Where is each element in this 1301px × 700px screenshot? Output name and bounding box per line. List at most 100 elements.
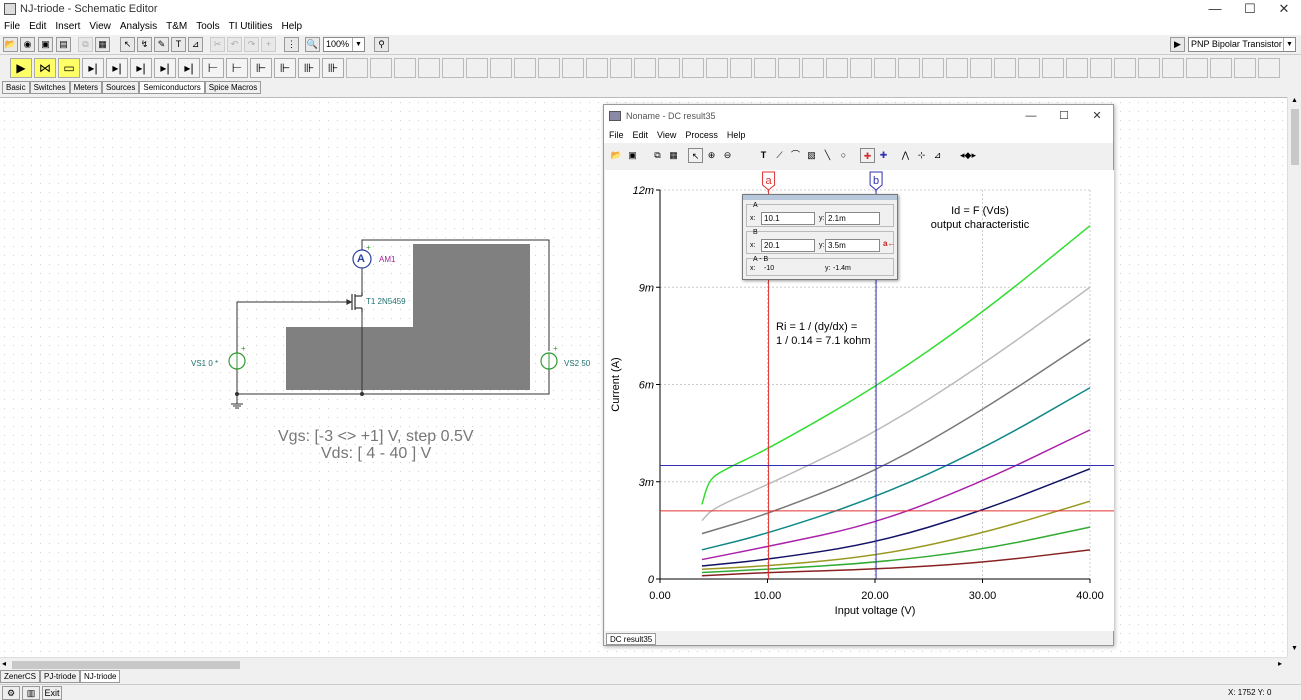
zoom-in-icon[interactable]: ⊕: [704, 148, 719, 163]
menu-edit[interactable]: Edit: [25, 19, 51, 32]
marker-icon[interactable]: ⊹: [914, 148, 929, 163]
copy-icon[interactable]: ⧉: [650, 148, 665, 163]
zoom-icon[interactable]: 🔍: [305, 37, 320, 52]
text-icon[interactable]: T: [171, 37, 186, 52]
horizontal-scrollbar[interactable]: ◂ ▸: [0, 657, 1287, 671]
line-icon[interactable]: ╲: [820, 148, 835, 163]
tab-sources[interactable]: Sources: [102, 81, 140, 94]
dc-result-window[interactable]: Noname - DC result35 — ☐ ✕ File Edit View P…: [603, 104, 1114, 646]
result-maximize-button[interactable]: ☐: [1047, 107, 1081, 126]
cursor-panel[interactable]: A x: 10.1 y: 2.1m B x: 20.1 y: 3.5m a← A…: [742, 194, 898, 280]
zoom-out-icon[interactable]: ⊖: [720, 148, 735, 163]
component-pick-icon[interactable]: ▶: [1170, 37, 1185, 52]
exit-button[interactable]: Exit: [42, 686, 62, 700]
tab-pj-triode[interactable]: PJ-triode: [40, 670, 81, 683]
tab-semiconductors[interactable]: Semiconductors: [139, 81, 205, 94]
result-menu-process[interactable]: Process: [680, 127, 722, 140]
pnp-icon[interactable]: ⊢: [226, 58, 248, 78]
horizontal-scroll-thumb[interactable]: [12, 661, 240, 669]
chart-icon[interactable]: ▥: [22, 686, 40, 700]
open-icon[interactable]: 📂: [3, 37, 18, 52]
pmos-icon[interactable]: ⊩: [274, 58, 296, 78]
copy-icon[interactable]: ⧉: [78, 37, 93, 52]
peak-icon[interactable]: ⋀: [898, 148, 913, 163]
vertical-scroll-thumb[interactable]: [1291, 109, 1299, 165]
select-arrow-icon[interactable]: ↖: [120, 37, 135, 52]
cursor-a-icon[interactable]: ✚: [860, 148, 875, 163]
plot-area[interactable]: 0.00 10.00 20.00 30.00 40.00 0 3m 6m 9m 12m Input …: [605, 170, 1114, 631]
probe-icon[interactable]: ⚲: [374, 37, 389, 52]
settings-icon[interactable]: ⚙: [2, 686, 20, 700]
draw-icon[interactable]: ⊿: [930, 148, 945, 163]
zener-icon[interactable]: ▭: [58, 58, 80, 78]
redo-icon[interactable]: ↷: [244, 37, 259, 52]
pjfet-icon[interactable]: ⊪: [322, 58, 344, 78]
select-arrow-icon[interactable]: ↖: [688, 148, 703, 163]
menu-tools[interactable]: Tools: [192, 19, 224, 32]
menu-ti-utilities[interactable]: TI Utilities: [225, 19, 278, 32]
varactor-icon[interactable]: ▸|: [154, 58, 176, 78]
draw-icon[interactable]: ⊿: [188, 37, 203, 52]
component-select[interactable]: PNP Bipolar Transistor ▼: [1188, 37, 1296, 52]
plus-icon[interactable]: +: [261, 37, 276, 52]
scroll-down-icon[interactable]: ▼: [1291, 645, 1298, 652]
web-icon[interactable]: ◉: [20, 37, 35, 52]
result-menu-help[interactable]: Help: [722, 127, 750, 140]
tab-zenercs[interactable]: ZenerCS: [0, 670, 41, 683]
grid-icon[interactable]: ⋮: [284, 37, 299, 52]
diode-double-icon[interactable]: ⋈: [34, 58, 56, 78]
tab-meters[interactable]: Meters: [69, 81, 103, 94]
tab-basic[interactable]: Basic: [2, 81, 30, 94]
save-icon[interactable]: ▣: [625, 148, 640, 163]
led-icon[interactable]: ▸|: [178, 58, 200, 78]
cut-icon[interactable]: ✂: [210, 37, 225, 52]
result-menu-file[interactable]: File: [604, 127, 628, 140]
tab-nj-triode[interactable]: NJ-triode: [80, 670, 121, 683]
open-folder-icon[interactable]: ▤: [56, 37, 71, 52]
ellipse-icon[interactable]: ○: [836, 148, 851, 163]
menu-view[interactable]: View: [85, 19, 116, 32]
npn-icon[interactable]: ⊢: [202, 58, 224, 78]
menu-help[interactable]: Help: [278, 19, 308, 32]
minimize-button[interactable]: —: [1198, 0, 1232, 19]
result-close-button[interactable]: ✕: [1080, 107, 1114, 126]
zoom-select[interactable]: 100% ▼: [323, 37, 365, 52]
menu-insert[interactable]: Insert: [51, 19, 85, 32]
maximize-button[interactable]: ☐: [1233, 0, 1267, 19]
njfet-icon[interactable]: ⊪: [298, 58, 320, 78]
cursor-b-y-field[interactable]: 3.5m: [825, 239, 880, 252]
scroll-right-icon[interactable]: ▸: [1278, 659, 1282, 668]
result-menu-view[interactable]: View: [652, 127, 680, 140]
curve-icon[interactable]: ⌒: [788, 148, 803, 163]
scroll-up-icon[interactable]: ▲: [1291, 97, 1298, 104]
nmos-icon[interactable]: ⊩: [250, 58, 272, 78]
paste-icon[interactable]: ▦: [95, 37, 110, 52]
menu-file[interactable]: File: [0, 19, 25, 32]
cursor-a-y-field[interactable]: 2.1m: [825, 212, 880, 225]
open-icon[interactable]: 📂: [609, 148, 624, 163]
schottky-icon[interactable]: ▸|: [130, 58, 152, 78]
hatch-icon[interactable]: ▧: [804, 148, 819, 163]
diode-icon[interactable]: ▸|: [82, 58, 104, 78]
tab-switches[interactable]: Switches: [29, 81, 70, 94]
pencil-icon[interactable]: ✎: [154, 37, 169, 52]
menu-analysis[interactable]: Analysis: [116, 19, 162, 32]
zener-diode-icon[interactable]: ▸|: [106, 58, 128, 78]
menu-tm[interactable]: T&M: [162, 19, 192, 32]
vertical-scrollbar[interactable]: ▲ ▼: [1287, 97, 1301, 657]
cursor-b-x-field[interactable]: 20.1: [761, 239, 815, 252]
tangent-icon[interactable]: ⟋: [772, 148, 787, 163]
cursor-b-icon[interactable]: ✚: [876, 148, 891, 163]
result-minimize-button[interactable]: —: [1014, 107, 1048, 126]
wire-icon[interactable]: ↯: [137, 37, 152, 52]
result-menu-edit[interactable]: Edit: [628, 127, 653, 140]
undo-icon[interactable]: ↶: [227, 37, 242, 52]
cursor-marker-button[interactable]: a←: [883, 239, 895, 252]
tab-dc-result35[interactable]: DC result35: [606, 633, 657, 645]
cursor-a-x-field[interactable]: 10.1: [761, 212, 815, 225]
close-button[interactable]: ✕: [1267, 0, 1301, 19]
text-icon[interactable]: T: [756, 148, 771, 163]
move-arrows-icon[interactable]: ◂◆▸: [954, 148, 982, 163]
save-icon[interactable]: ▣: [38, 37, 53, 52]
tab-spice-macros[interactable]: Spice Macros: [204, 81, 262, 94]
